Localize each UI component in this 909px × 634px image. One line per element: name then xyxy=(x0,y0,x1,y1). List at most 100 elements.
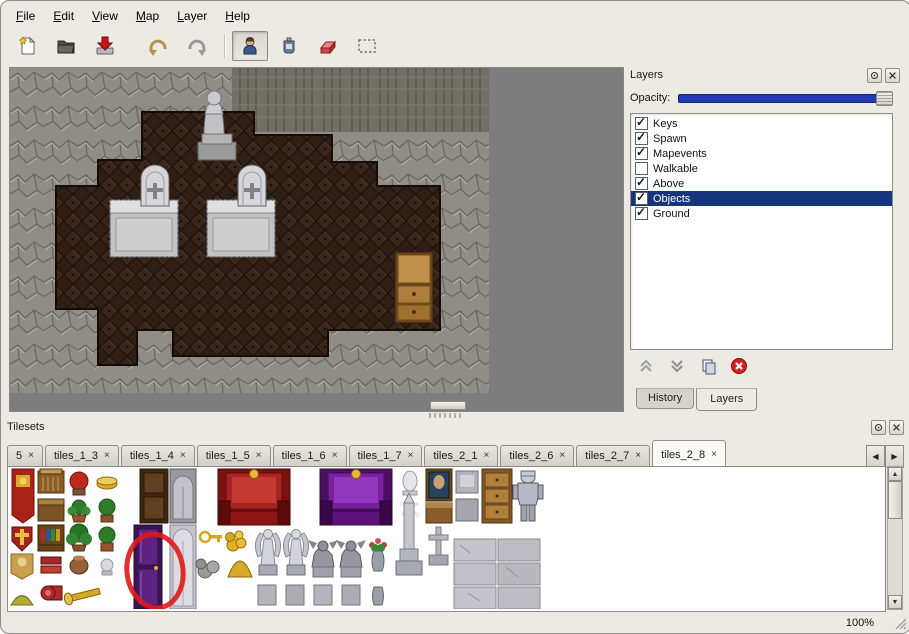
menu-layer[interactable]: Layer xyxy=(168,5,216,27)
tileset-tab[interactable]: tiles_1_3 × xyxy=(45,445,119,466)
layer-visibility-checkbox[interactable] xyxy=(635,207,648,220)
tileset-tab[interactable]: tiles_1_5 × xyxy=(197,445,271,466)
tab-close-icon[interactable]: × xyxy=(711,450,717,460)
layer-visibility-checkbox[interactable] xyxy=(635,177,648,190)
tileset-tab[interactable]: tiles_2_1 × xyxy=(424,445,498,466)
open-button[interactable] xyxy=(48,31,84,61)
eraser-tool-button[interactable] xyxy=(310,31,346,61)
tab-close-icon[interactable]: × xyxy=(408,451,414,461)
layer-row-keys[interactable]: Keys xyxy=(631,116,892,131)
tab-close-icon[interactable]: × xyxy=(28,451,34,461)
scrollbar-track[interactable] xyxy=(888,519,902,595)
tab-close-icon[interactable]: × xyxy=(104,451,110,461)
layer-visibility-checkbox[interactable] xyxy=(635,117,648,130)
opacity-slider-handle[interactable] xyxy=(876,91,893,106)
tile-shelf[interactable] xyxy=(426,503,452,523)
layer-visibility-checkbox[interactable] xyxy=(635,132,648,145)
redo-button[interactable] xyxy=(179,31,215,61)
horizontal-splitter[interactable] xyxy=(1,411,909,419)
tileset-tab[interactable]: 5 × xyxy=(7,445,43,466)
tile-small-urn[interactable] xyxy=(101,559,113,575)
tileset-tab[interactable]: tiles_2_7 × xyxy=(576,445,650,466)
tile-bookshelf[interactable] xyxy=(38,525,64,551)
splitter-grip[interactable] xyxy=(429,413,463,418)
menu-map[interactable]: Map xyxy=(127,5,168,27)
undo-button[interactable] xyxy=(140,31,176,61)
layer-visibility-checkbox[interactable] xyxy=(635,192,648,205)
delete-layer-button[interactable] xyxy=(729,356,749,376)
tile-angel-statue[interactable] xyxy=(255,530,280,576)
scroll-tabs-left-button[interactable]: ◀ xyxy=(866,445,885,468)
tab-close-icon[interactable]: × xyxy=(635,451,641,461)
tileset-tab[interactable]: tiles_1_6 × xyxy=(273,445,347,466)
close-panel-button[interactable] xyxy=(885,68,900,83)
tab-close-icon[interactable]: × xyxy=(256,451,262,461)
scroll-up-button[interactable]: ▲ xyxy=(888,467,902,481)
tileset-content[interactable] xyxy=(7,466,886,612)
tileset-tab[interactable]: tiles_1_7 × xyxy=(349,445,423,466)
tile-plant-2[interactable] xyxy=(99,499,115,522)
menu-help[interactable]: Help xyxy=(216,5,259,27)
tile-portrait[interactable] xyxy=(426,469,452,501)
tab-close-icon[interactable]: × xyxy=(483,451,489,461)
tileset-vertical-scrollbar[interactable]: ▲ ▼ xyxy=(887,466,903,610)
tile-tan-banner[interactable] xyxy=(11,554,33,579)
tileset-canvas[interactable] xyxy=(8,467,884,609)
layer-row-spawn[interactable]: Spawn xyxy=(631,131,892,146)
new-button[interactable] xyxy=(9,31,45,61)
tab-history[interactable]: History xyxy=(636,388,694,409)
raise-layer-button[interactable] xyxy=(636,356,656,376)
tile-silver-block[interactable] xyxy=(456,499,478,521)
tab-layers[interactable]: Layers xyxy=(696,388,757,411)
layer-visibility-checkbox[interactable] xyxy=(635,147,648,160)
scrollbar-thumb[interactable] xyxy=(888,481,902,519)
tile-red-roll[interactable] xyxy=(41,586,62,600)
close-panel-button[interactable] xyxy=(889,420,904,435)
tile-dresser[interactable] xyxy=(482,469,512,523)
tile-purple-throne[interactable] xyxy=(320,469,392,525)
map-hscroll-thumb[interactable] xyxy=(430,401,466,410)
tileset-tab[interactable]: tiles_2_8 × xyxy=(652,440,726,466)
duplicate-layer-button[interactable] xyxy=(698,356,718,376)
layer-row-above[interactable]: Above xyxy=(631,176,892,191)
map-canvas[interactable] xyxy=(10,68,489,393)
tile-red-throne[interactable] xyxy=(218,469,290,525)
tileset-tab[interactable]: tiles_1_4 × xyxy=(121,445,195,466)
map-viewport[interactable] xyxy=(9,67,624,412)
tile-red-banner[interactable] xyxy=(12,469,34,523)
menu-edit[interactable]: Edit xyxy=(44,5,83,27)
tile-loom[interactable] xyxy=(38,469,64,493)
tile-table[interactable] xyxy=(38,499,64,521)
lower-layer-button[interactable] xyxy=(667,356,687,376)
tileset-tab[interactable]: tiles_2_6 × xyxy=(500,445,574,466)
float-panel-button[interactable] xyxy=(867,68,882,83)
layer-row-objects[interactable]: Objects xyxy=(631,191,892,206)
fill-tool-button[interactable] xyxy=(271,31,307,61)
menu-file[interactable]: File xyxy=(7,5,44,27)
tab-close-icon[interactable]: × xyxy=(180,451,186,461)
float-panel-button[interactable] xyxy=(871,420,886,435)
tile-red-pot[interactable] xyxy=(70,472,88,495)
tile-silver-chair[interactable] xyxy=(456,471,478,493)
tile-white-vase[interactable] xyxy=(403,471,417,495)
resize-grip-icon[interactable] xyxy=(894,617,907,630)
place-character-tool-button[interactable] xyxy=(232,31,268,61)
rect-select-tool-button[interactable] xyxy=(349,31,385,61)
layer-row-mapevents[interactable]: Mapevents xyxy=(631,146,892,161)
tile-angel-statue-2[interactable] xyxy=(283,530,308,576)
layer-row-walkable[interactable]: Walkable xyxy=(631,161,892,176)
opacity-slider[interactable] xyxy=(678,91,893,104)
menu-view[interactable]: View xyxy=(83,5,127,27)
layer-row-ground[interactable]: Ground xyxy=(631,206,892,221)
tile-plant-3[interactable] xyxy=(99,527,115,551)
scroll-down-button[interactable]: ▼ xyxy=(888,595,902,609)
tab-close-icon[interactable]: × xyxy=(332,451,338,461)
layer-visibility-checkbox[interactable] xyxy=(635,162,648,175)
tile-gold-bowl[interactable] xyxy=(97,477,117,489)
tile-dark-bookcase[interactable] xyxy=(140,469,168,523)
tab-close-icon[interactable]: × xyxy=(559,451,565,461)
save-button[interactable] xyxy=(87,31,123,61)
tile-arch-door[interactable] xyxy=(170,469,196,523)
tile-gold-pile[interactable] xyxy=(226,531,247,551)
scroll-tabs-right-button[interactable]: ▶ xyxy=(885,445,904,468)
